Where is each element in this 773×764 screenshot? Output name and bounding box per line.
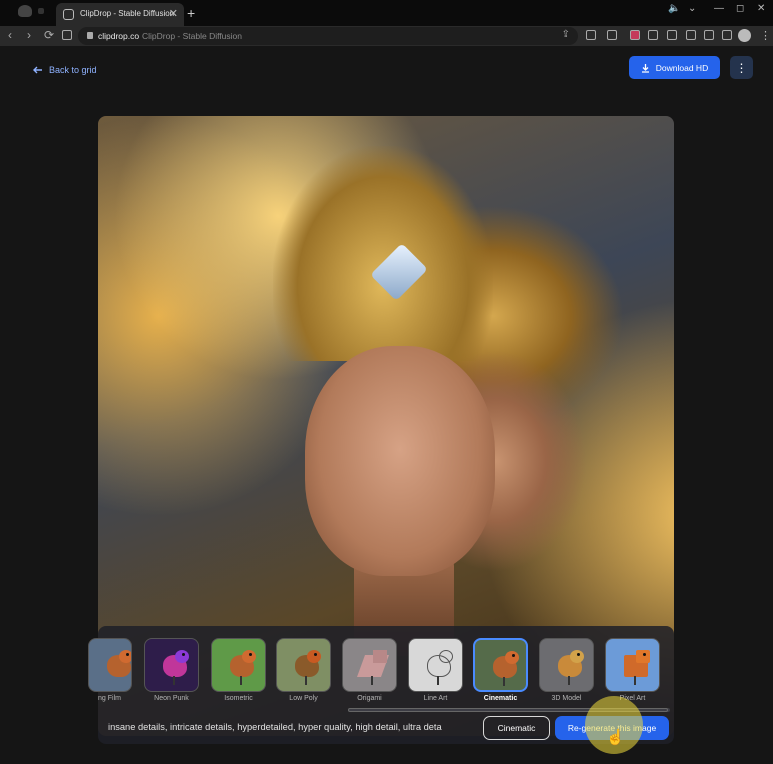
site-info-icon[interactable] bbox=[62, 30, 72, 40]
back-to-grid-label: Back to grid bbox=[49, 65, 97, 75]
arrow-left-icon bbox=[33, 66, 42, 74]
style-thumb-pixel-art[interactable] bbox=[605, 638, 660, 692]
reading-list-icon[interactable] bbox=[648, 30, 658, 40]
forward-icon[interactable]: › bbox=[27, 28, 31, 42]
extension-icon[interactable] bbox=[607, 30, 617, 40]
flag-extension-icon[interactable] bbox=[630, 30, 640, 40]
minimize-button[interactable]: — bbox=[714, 3, 724, 14]
browser-tab[interactable]: ClipDrop - Stable Diffusion ✕ bbox=[56, 3, 184, 26]
sidebar-icon[interactable] bbox=[722, 30, 732, 40]
browser-tab-bar: ClipDrop - Stable Diffusion ✕ + 🔈 ⌄ — ◻ … bbox=[0, 0, 773, 26]
selected-style-chip[interactable]: Cinematic bbox=[483, 716, 550, 740]
profile-avatar[interactable] bbox=[738, 29, 751, 42]
extensions-icon[interactable] bbox=[586, 30, 596, 40]
style-label: Line Art bbox=[423, 695, 448, 702]
download-hd-label: Download HD bbox=[655, 62, 709, 73]
style-label: Isometric bbox=[224, 695, 253, 702]
style-label-selected: Cinematic bbox=[483, 695, 518, 702]
maximize-button[interactable]: ◻ bbox=[736, 3, 744, 14]
app-icon bbox=[38, 8, 44, 14]
lock-icon bbox=[87, 32, 93, 39]
back-to-grid-link[interactable]: Back to grid bbox=[33, 65, 97, 75]
url-host: clipdrop.co bbox=[98, 31, 140, 41]
style-label: Neon Punk bbox=[154, 695, 189, 702]
prompt-text[interactable]: insane details, intricate details, hyper… bbox=[108, 722, 478, 732]
browser-menu-icon[interactable]: ⋮ bbox=[760, 29, 771, 42]
crown-shape bbox=[273, 146, 493, 361]
style-thumb-cinematic[interactable] bbox=[473, 638, 528, 692]
hand-cursor-icon: ☝ bbox=[606, 729, 625, 746]
style-thumb-low-poly[interactable] bbox=[276, 638, 331, 692]
share-icon[interactable]: ⇪ bbox=[562, 29, 570, 40]
back-icon[interactable]: ‹ bbox=[8, 28, 12, 42]
style-thumb-origami[interactable] bbox=[342, 638, 397, 692]
new-tab-button[interactable]: + bbox=[187, 5, 195, 21]
speaker-icon[interactable]: 🔈 bbox=[668, 3, 680, 14]
style-thumb-neon-punk[interactable] bbox=[144, 638, 199, 692]
tab-close-icon[interactable]: ✕ bbox=[169, 7, 178, 20]
more-options-button[interactable]: ⋮ bbox=[730, 56, 753, 79]
download-icon bbox=[641, 63, 649, 73]
style-label: 3D Model bbox=[551, 695, 582, 702]
url-page-title: ClipDrop - Stable Diffusion bbox=[142, 31, 242, 41]
style-label: Low Poly bbox=[289, 695, 318, 702]
cast-icon[interactable] bbox=[686, 30, 696, 40]
browser-toolbar: ‹ › ⟳ clipdrop.co ClipDrop - Stable Diff… bbox=[0, 26, 773, 46]
tab-title: ClipDrop - Stable Diffusion bbox=[80, 9, 175, 18]
style-thumb-3d-model[interactable] bbox=[539, 638, 594, 692]
style-label: Origami bbox=[357, 695, 382, 702]
chevron-down-icon[interactable]: ⌄ bbox=[688, 3, 696, 14]
style-thumb-long-film[interactable] bbox=[88, 638, 132, 692]
app-icon bbox=[18, 5, 32, 17]
close-window-button[interactable]: ✕ bbox=[757, 3, 765, 14]
style-label: ng Film bbox=[98, 695, 121, 702]
address-bar[interactable]: clipdrop.co ClipDrop - Stable Diffusion … bbox=[78, 27, 578, 45]
clipdrop-favicon-icon bbox=[63, 9, 74, 20]
style-thumb-line-art[interactable] bbox=[408, 638, 463, 692]
face-shape bbox=[305, 346, 495, 576]
style-thumb-isometric[interactable] bbox=[211, 638, 266, 692]
download-hd-button[interactable]: Download HD bbox=[629, 56, 720, 79]
screenshot-icon[interactable] bbox=[704, 30, 714, 40]
page: Back to grid Download HD ⋮ ng Film Neon … bbox=[0, 46, 773, 764]
reload-icon[interactable]: ⟳ bbox=[44, 28, 54, 42]
download-icon[interactable] bbox=[667, 30, 677, 40]
